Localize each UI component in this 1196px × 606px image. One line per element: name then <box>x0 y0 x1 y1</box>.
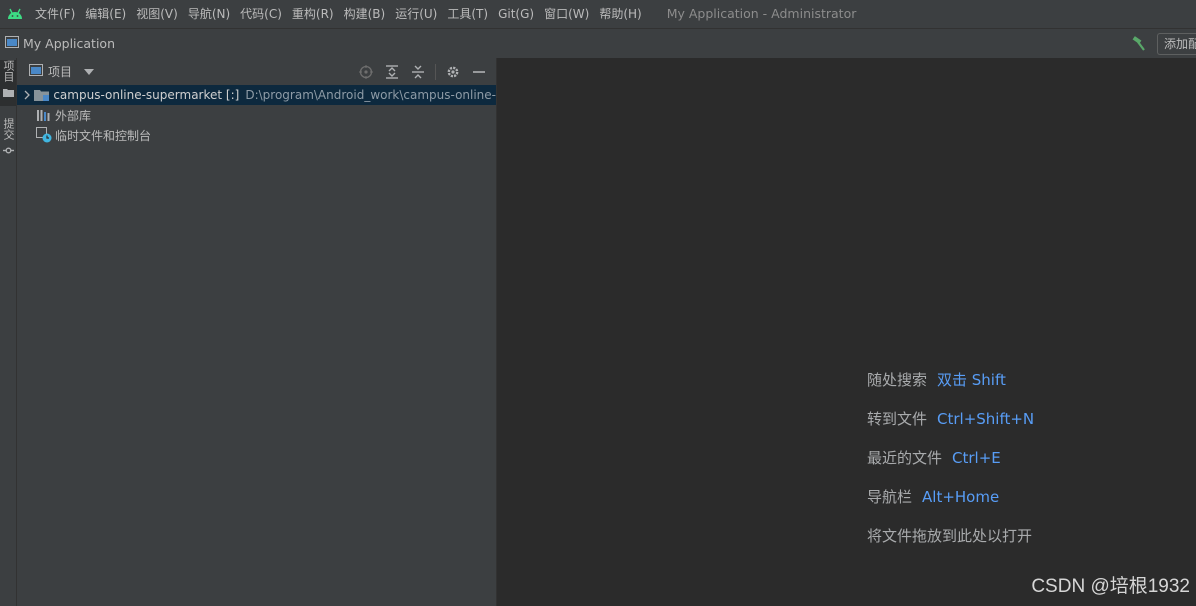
menu-view[interactable]: 视图(V) <box>131 0 183 28</box>
left-tool-stripe: 项目 提交 <box>0 58 17 606</box>
menu-refactor[interactable]: 重构(R) <box>287 0 339 28</box>
editor-hints: 随处搜索 双击 Shift 转到文件 Ctrl+Shift+N 最近的文件 Ct… <box>867 369 1034 564</box>
hint-label: 最近的文件 <box>867 449 943 467</box>
hint-navigation-bar: 导航栏 Alt+Home <box>867 486 1034 525</box>
chevron-down-icon <box>84 68 95 75</box>
editor-empty-area[interactable]: 随处搜索 双击 Shift 转到文件 Ctrl+Shift+N 最近的文件 Ct… <box>497 58 1196 606</box>
menu-help[interactable]: 帮助(H) <box>594 0 646 28</box>
gear-icon[interactable] <box>442 61 464 83</box>
menu-code[interactable]: 代码(C) <box>235 0 287 28</box>
stripe-tab-commit[interactable]: 提交 <box>0 118 16 162</box>
tree-label-scratches: 临时文件和控制台 <box>55 128 152 143</box>
menu-bar: 文件(F) 编辑(E) 视图(V) 导航(N) 代码(C) 重构(R) 构建(B… <box>0 0 1196 28</box>
stripe-project-label: 项目 <box>2 60 15 82</box>
tree-row-project-root[interactable]: campus-online-supermarket [:] D:\program… <box>17 85 496 105</box>
menu-file[interactable]: 文件(F) <box>30 0 80 28</box>
hint-search-everywhere: 随处搜索 双击 Shift <box>867 369 1034 408</box>
tree-label-external-libraries: 外部库 <box>55 108 92 123</box>
project-panel-header: 项目 <box>17 58 496 85</box>
expand-all-icon[interactable] <box>381 61 403 83</box>
locate-file-icon[interactable] <box>355 61 377 83</box>
tree-row-scratches[interactable]: 临时文件和控制台 <box>17 125 496 145</box>
menu-git[interactable]: Git(G) <box>493 0 539 28</box>
folder-icon <box>2 86 14 100</box>
stripe-tab-project[interactable]: 项目 <box>0 60 16 106</box>
project-panel: 项目 campus-online-supermarket [:] D:\prog… <box>17 58 497 606</box>
hint-recent-files: 最近的文件 Ctrl+E <box>867 447 1034 486</box>
menu-build[interactable]: 构建(B) <box>339 0 391 28</box>
add-configuration-button[interactable]: 添加配置 <box>1157 32 1196 55</box>
menu-window[interactable]: 窗口(W) <box>539 0 594 28</box>
module-folder-icon <box>34 87 50 103</box>
hint-label: 将文件拖放到此处以打开 <box>867 527 1033 545</box>
menu-tools[interactable]: 工具(T) <box>442 0 493 28</box>
project-view-selector[interactable]: 项目 <box>29 63 95 80</box>
csdn-watermark: CSDN @培根1932 <box>1031 576 1190 597</box>
tree-row-external-libraries[interactable]: 外部库 <box>17 105 496 125</box>
hint-shortcut: Ctrl+Shift+N <box>937 410 1035 428</box>
hint-go-to-file: 转到文件 Ctrl+Shift+N <box>867 408 1034 447</box>
hint-shortcut: Alt+Home <box>922 488 1000 506</box>
tree-project-path: D:\program\Android_work\campus-online- <box>245 88 496 102</box>
hint-shortcut: 双击 Shift <box>937 371 1006 389</box>
chevron-right-icon[interactable] <box>20 90 34 100</box>
hint-label: 导航栏 <box>867 488 913 506</box>
tree-label-project-root: campus-online-supermarket [:] <box>53 88 240 102</box>
project-tree: campus-online-supermarket [:] D:\program… <box>17 85 496 145</box>
window-title: My Application - Administrator <box>666 6 857 21</box>
library-icon <box>36 107 52 123</box>
android-studio-logo-icon <box>0 0 30 28</box>
breadcrumb[interactable]: My Application <box>5 36 115 51</box>
breadcrumb-project: My Application <box>23 36 115 51</box>
build-hammer-icon[interactable] <box>1129 34 1149 54</box>
scratch-console-icon <box>36 127 52 143</box>
navigation-bar: My Application 添加配置 <box>0 28 1196 59</box>
menu-edit[interactable]: 编辑(E) <box>80 0 131 28</box>
menu-navigate[interactable]: 导航(N) <box>183 0 235 28</box>
minimize-icon[interactable] <box>468 61 490 83</box>
hint-label: 转到文件 <box>867 410 928 428</box>
hint-label: 随处搜索 <box>867 371 928 389</box>
project-panel-title: 项目 <box>48 65 73 79</box>
menu-run[interactable]: 运行(U) <box>390 0 442 28</box>
collapse-all-icon[interactable] <box>407 61 429 83</box>
project-window-icon <box>29 64 43 79</box>
stripe-commit-label: 提交 <box>2 118 15 140</box>
toolbar-divider <box>435 63 436 80</box>
hint-drop-files: 将文件拖放到此处以打开 <box>867 525 1034 564</box>
project-window-icon <box>5 36 19 51</box>
hint-shortcut: Ctrl+E <box>952 449 1001 467</box>
commit-icon <box>2 144 14 158</box>
